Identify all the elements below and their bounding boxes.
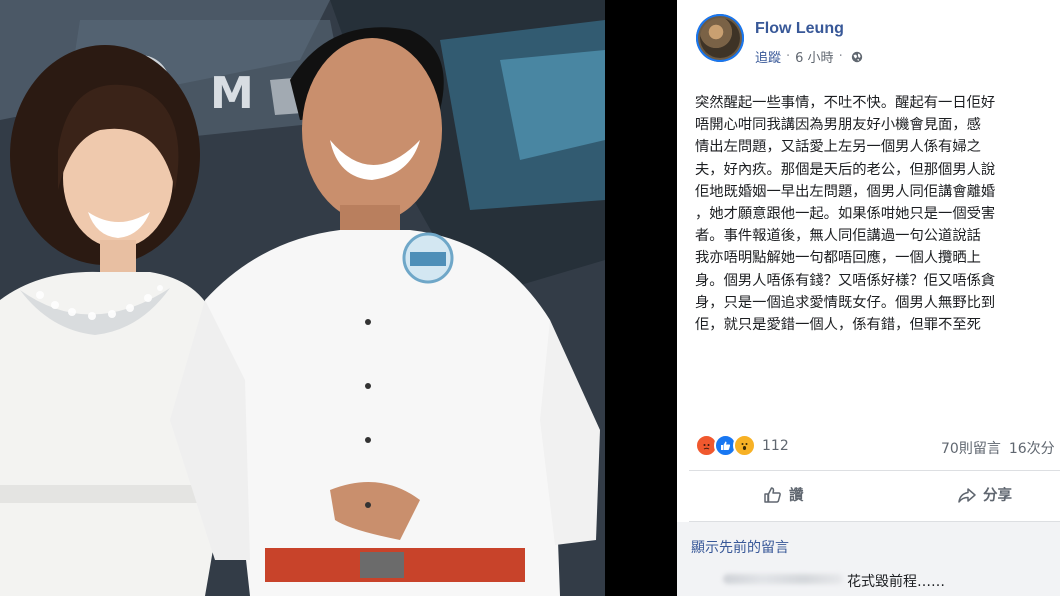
post-text-line: 唔開心咁同我講因為男朋友好小機會見面，感 [695,117,981,134]
post-time[interactable]: 6 小時 [795,47,833,66]
like-label: 讚 [789,488,804,504]
comments-count[interactable]: 70則留言 [941,441,1001,457]
divider [689,470,1060,471]
like-button[interactable]: 讚 [763,484,804,505]
svg-text:M: M [210,68,254,119]
post-panel: Flow Leung 追蹤 · 6 小時 · 突然醒起一些事情，不吐不快。醒起有… [677,0,1060,596]
share-button[interactable]: 分享 [957,484,1012,505]
post-text-line: 情出左問題，又話愛上左另一個男人係有婦之 [695,139,981,156]
thumbs-up-icon [764,486,781,503]
post-text-line: 突然醒起一些事情，不吐不快。醒起有一日佢好 [695,95,996,111]
comment-text: 花式毀前程…… [847,574,945,590]
wow-icon [733,434,756,457]
meta-separator: · [838,49,843,64]
follow-link[interactable]: 追蹤 [755,47,781,66]
post-text-line: 我亦唔明點解她一句都唔回應，一個人攬晒上 [695,250,981,267]
reactions-summary[interactable]: 112 [695,434,789,457]
photo-gap [605,0,677,596]
author-avatar[interactable] [696,14,744,62]
reaction-count: 112 [762,437,789,454]
author-name[interactable]: Flow Leung [755,20,844,38]
photo-illustration: M [0,0,605,596]
post-text-line: 身，只是一個追求愛情既女仔。個男人無野比到 [695,294,996,311]
show-previous-comments-link[interactable]: 顯示先前的留言 [691,537,789,557]
post-text-line: 佢，就只是愛錯一個人，係有錯，但罪不至死 [695,316,981,333]
post-text-line: ，她才願意跟他一起。如果係咁她只是一個受害 [695,205,996,222]
share-label: 分享 [983,488,1012,504]
globe-icon [851,51,862,62]
post-meta: 追蹤 · 6 小時 · [755,47,863,66]
post-text-line: 夫，好內疚。那個是天后的老公，但那個男人說 [695,161,996,178]
share-icon [958,487,976,503]
blurred-commenter-name [723,574,843,584]
engagement-counts: 70則留言 16次分 [941,438,1055,458]
post-photo[interactable]: M [0,0,605,596]
post-text-line: 身。個男人唔係有錢？又唔係好樣？佢又唔係貪 [695,272,996,289]
shares-count[interactable]: 16次分 [1009,441,1055,457]
post-text-line: 佢地既婚姻一早出左問題，個男人同佢講會離婚 [695,183,996,200]
meta-separator: · [786,49,791,64]
post-body: 突然醒起一些事情，不吐不快。醒起有一日佢好 唔開心咁同我講因為男朋友好小機會見面… [695,92,1060,336]
post-text-line: 者。事件報道後，無人同佢講過一句公道說話 [695,228,981,245]
